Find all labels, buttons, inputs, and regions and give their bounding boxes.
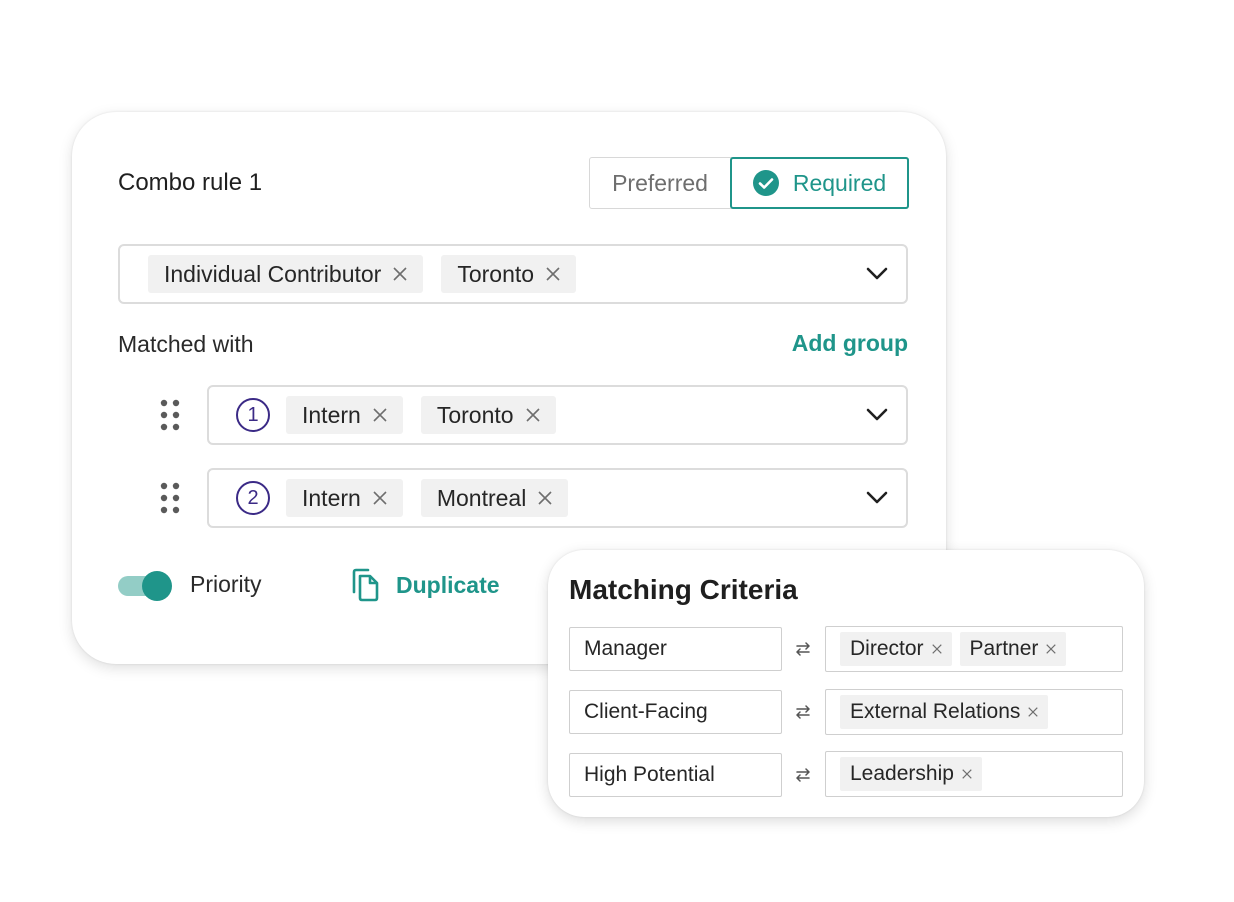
matched-with-label: Matched with <box>118 331 254 357</box>
combo-criteria-select[interactable]: Individual Contributor Toronto <box>118 244 908 304</box>
chevron-down-icon[interactable] <box>866 408 888 422</box>
required-option[interactable]: Required <box>730 157 909 209</box>
duplicate-label: Duplicate <box>396 571 500 598</box>
chip: Director <box>840 632 952 666</box>
close-icon[interactable] <box>962 769 972 779</box>
required-label: Required <box>792 169 887 196</box>
combo-rule-title: Combo rule 1 <box>118 169 263 196</box>
group-number-badge: 2 <box>236 481 270 515</box>
priority-label: Priority <box>190 571 262 597</box>
chip-label: Montreal <box>436 484 527 511</box>
priority-toggle[interactable] <box>118 571 172 601</box>
close-icon[interactable] <box>546 267 560 281</box>
matching-criteria-card: Matching Criteria Manager Director Partn… <box>548 550 1144 817</box>
drag-handle-icon[interactable] <box>160 482 180 514</box>
close-icon[interactable] <box>373 408 387 422</box>
chip-label: External Relations <box>850 700 1021 723</box>
criteria-values-manager[interactable]: Director Partner <box>825 626 1123 672</box>
chip: Partner <box>959 632 1067 666</box>
swap-arrows-icon <box>794 705 812 719</box>
chip: Individual Contributor <box>148 255 424 293</box>
matching-criteria-title: Matching Criteria <box>569 574 798 605</box>
close-icon[interactable] <box>1046 644 1056 654</box>
chip-label: Intern <box>302 484 361 511</box>
duplicate-button[interactable]: Duplicate <box>350 568 500 602</box>
chip: External Relations <box>840 695 1049 729</box>
chip-label: Toronto <box>436 401 514 428</box>
chip-label: Director <box>850 637 924 660</box>
chip: Montreal <box>420 479 569 517</box>
chip: Toronto <box>441 255 577 293</box>
swap-arrows-icon <box>794 642 812 656</box>
criteria-values-high-potential[interactable]: Leadership <box>825 751 1123 797</box>
group-number-badge: 1 <box>236 398 270 432</box>
rule-mode-toggle: Preferred Required <box>589 157 909 209</box>
copy-icon <box>352 568 379 602</box>
chip-label: Partner <box>969 637 1039 660</box>
swap-arrows-icon <box>794 768 812 782</box>
drag-handle-icon[interactable] <box>160 399 180 431</box>
chevron-down-icon[interactable] <box>866 267 888 281</box>
chip: Intern <box>286 396 403 434</box>
close-icon[interactable] <box>538 491 552 505</box>
criteria-field-client-facing[interactable]: Client-Facing <box>569 690 782 734</box>
criteria-field-label: Manager <box>584 637 667 660</box>
criteria-values-client-facing[interactable]: External Relations <box>825 689 1123 735</box>
check-circle-icon <box>752 170 779 196</box>
criteria-field-high-potential[interactable]: High Potential <box>569 753 782 797</box>
preferred-label: Preferred <box>612 169 708 196</box>
toggle-knob <box>142 571 172 601</box>
criteria-field-manager[interactable]: Manager <box>569 627 782 671</box>
chip-label: Individual Contributor <box>164 260 382 287</box>
chip: Leadership <box>840 757 982 791</box>
group-1-select[interactable]: 1 Intern Toronto <box>207 385 908 445</box>
chip: Toronto <box>420 396 556 434</box>
chip-label: Leadership <box>850 762 954 785</box>
chevron-down-icon[interactable] <box>866 491 888 505</box>
chip-label: Toronto <box>457 260 535 287</box>
close-icon[interactable] <box>373 491 387 505</box>
chip-label: Intern <box>302 401 361 428</box>
chip: Intern <box>286 479 403 517</box>
close-icon[interactable] <box>393 267 407 281</box>
criteria-field-label: High Potential <box>584 763 715 786</box>
close-icon[interactable] <box>526 408 540 422</box>
close-icon[interactable] <box>932 644 942 654</box>
add-group-button[interactable]: Add group <box>792 330 908 357</box>
close-icon[interactable] <box>1028 707 1038 717</box>
criteria-field-label: Client-Facing <box>584 700 708 723</box>
preferred-option[interactable]: Preferred <box>590 158 730 208</box>
group-2-select[interactable]: 2 Intern Montreal <box>207 468 908 528</box>
